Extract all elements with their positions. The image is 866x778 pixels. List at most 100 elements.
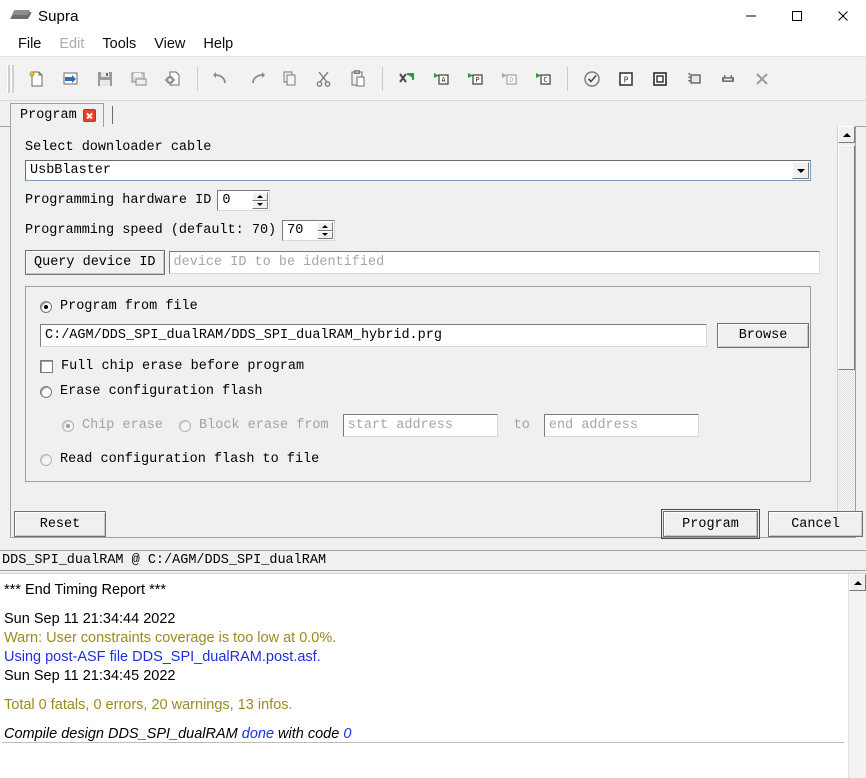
hardware-id-decrement[interactable] (252, 200, 269, 209)
close-tab-icon[interactable] (82, 109, 96, 122)
minimize-icon[interactable] (728, 0, 774, 32)
radio-erase-configuration-flash[interactable] (40, 385, 52, 398)
query-device-id-button[interactable]: Query device ID (25, 250, 165, 275)
block-erase-label: Block erase from (199, 418, 329, 433)
toolbar-separator (382, 66, 383, 91)
program-file-path-input[interactable]: C:/AGM/DDS_SPI_dualRAM/DDS_SPI_dualRAM_h… (40, 324, 707, 347)
radio-chip-erase (62, 419, 74, 432)
paste-icon[interactable] (341, 62, 375, 96)
panel-scrollbar-thumb[interactable] (838, 145, 855, 370)
tab-program[interactable]: Program (10, 103, 104, 127)
menu-view[interactable]: View (145, 33, 194, 55)
run-place-icon[interactable]: P (458, 62, 492, 96)
full-chip-erase-label: Full chip erase before program (61, 359, 305, 374)
svg-text:P: P (475, 76, 479, 84)
radio-block-erase (179, 419, 192, 432)
radio-read-configuration-flash[interactable] (40, 453, 52, 466)
hardware-id-stepper[interactable]: 0 (217, 190, 271, 211)
status-bar-text: DDS_SPI_dualRAM @ C:/AGM/DDS_SPI_dualRAM (2, 553, 327, 568)
query-device-row: Query device ID device ID to be identifi… (25, 250, 833, 275)
stop-icon[interactable] (745, 62, 779, 96)
log-divider (2, 742, 844, 743)
hardware-id-label: Programming hardware ID (25, 193, 212, 208)
hardware-icon[interactable] (711, 62, 745, 96)
option-read-configuration-flash[interactable]: Read configuration flash to file (40, 452, 810, 467)
log-scrollbar[interactable] (848, 574, 866, 778)
window-controls (728, 0, 866, 32)
check-icon[interactable] (575, 62, 609, 96)
project-settings-icon[interactable] (156, 62, 190, 96)
menu-tools[interactable]: Tools (93, 33, 145, 55)
new-file-icon[interactable] (20, 62, 54, 96)
svg-text:D: D (509, 76, 513, 84)
speed-increment[interactable] (317, 222, 334, 231)
log-final-done: done (241, 726, 275, 742)
start-address-input: start address (342, 414, 498, 437)
menu-edit: Edit (59, 36, 85, 52)
hardware-id-value: 0 (222, 193, 231, 208)
panel-scrollbar[interactable] (837, 126, 855, 537)
log-line: Sun Sep 11 21:34:44 2022 (4, 611, 176, 627)
log-line: Sun Sep 11 21:34:45 2022 (4, 668, 176, 684)
device-icon[interactable] (677, 62, 711, 96)
toolbar-separator (567, 66, 568, 91)
undo-icon[interactable] (205, 62, 239, 96)
cable-label: Select downloader cable (25, 140, 212, 155)
read-configuration-flash-label: Read configuration flash to file (60, 452, 320, 467)
log-line: *** End Timing Report *** (4, 582, 166, 598)
log-scrollbar-track[interactable] (849, 591, 866, 778)
title-bar: Supra (0, 0, 866, 32)
log-panel: *** End Timing Report *** Sun Sep 11 21:… (0, 573, 866, 778)
option-erase-configuration-flash[interactable]: Erase configuration flash (40, 384, 810, 399)
program-button[interactable]: Program (661, 509, 760, 539)
save-icon[interactable] (88, 62, 122, 96)
save-as-icon[interactable] (122, 62, 156, 96)
cancel-button[interactable]: Cancel (768, 511, 863, 537)
run-synthesis-icon[interactable] (390, 62, 424, 96)
checkbox-full-chip-erase[interactable] (40, 360, 53, 373)
menu-file[interactable]: File (9, 33, 50, 55)
toolbar-grip[interactable] (6, 64, 14, 93)
menu-bar: File Edit Tools View Help (0, 32, 866, 57)
option-program-from-file[interactable]: Program from file (40, 299, 810, 314)
file-path-row: C:/AGM/DDS_SPI_dualRAM/DDS_SPI_dualRAM_h… (40, 323, 810, 348)
run-compile-icon[interactable]: C (526, 62, 560, 96)
reset-button[interactable]: Reset (14, 511, 106, 537)
speed-row: Programming speed (default: 70) 70 (25, 220, 833, 241)
end-address-input: end address (543, 414, 699, 437)
program-icon[interactable]: P (609, 62, 643, 96)
speed-stepper[interactable]: 70 (282, 220, 336, 241)
close-icon[interactable] (820, 0, 866, 32)
maximize-icon[interactable] (774, 0, 820, 32)
erase-sub-options-row: Chip erase Block erase from start addres… (62, 414, 810, 437)
erase-configuration-flash-label: Erase configuration flash (60, 384, 263, 399)
option-full-chip-erase[interactable]: Full chip erase before program (40, 359, 810, 374)
log-scroll-up-icon[interactable] (849, 574, 866, 591)
chevron-down-icon[interactable] (792, 162, 809, 179)
log-line-warning: Warn: User constraints coverage is too l… (4, 630, 337, 646)
tab-label: Program (20, 108, 77, 123)
redo-icon[interactable] (239, 62, 273, 96)
toolbar-separator (197, 66, 198, 91)
browse-button[interactable]: Browse (717, 323, 809, 348)
status-bar: DDS_SPI_dualRAM @ C:/AGM/DDS_SPI_dualRAM (0, 550, 866, 571)
device-id-input[interactable]: device ID to be identified (168, 251, 820, 274)
open-project-icon[interactable] (54, 62, 88, 96)
downloader-cable-select[interactable]: UsbBlaster (25, 160, 811, 181)
speed-decrement[interactable] (317, 230, 334, 239)
copy-icon[interactable] (273, 62, 307, 96)
menu-help[interactable]: Help (194, 33, 242, 55)
hardware-id-increment[interactable] (252, 192, 269, 201)
scroll-up-icon[interactable] (838, 126, 855, 143)
log-line-summary: Total 0 fatals, 0 errors, 20 warnings, 1… (4, 697, 293, 713)
radio-program-from-file[interactable] (40, 300, 52, 313)
chip-config-icon[interactable] (643, 62, 677, 96)
run-route-icon[interactable]: D (492, 62, 526, 96)
downloader-cable-value: UsbBlaster (30, 163, 112, 178)
run-analysis-icon[interactable]: A (424, 62, 458, 96)
speed-value: 70 (287, 223, 304, 238)
log-content[interactable]: *** End Timing Report *** Sun Sep 11 21:… (0, 574, 848, 778)
cut-icon[interactable] (307, 62, 341, 96)
log-final-middle: with code (274, 726, 344, 742)
